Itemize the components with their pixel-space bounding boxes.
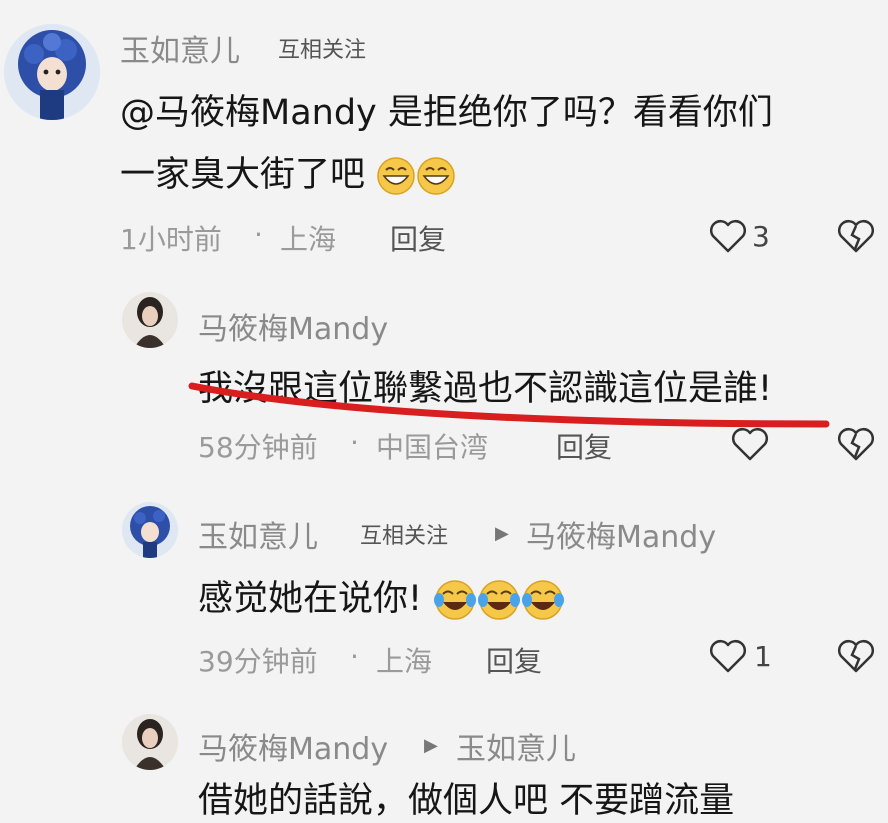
meta-separator: · — [350, 426, 359, 459]
reply-location: 中国台湾 — [376, 431, 489, 464]
author-name[interactable]: 玉如意儿 — [198, 512, 318, 556]
reply-time: 58分钟前 — [198, 431, 318, 464]
reply-location: 上海 — [376, 645, 433, 678]
dislike-broken-heart-icon[interactable] — [836, 218, 876, 254]
heart-icon[interactable] — [708, 638, 748, 674]
reply-text-line: 感觉她在说你! — [198, 570, 565, 622]
like-count: 1 — [754, 640, 772, 673]
reply-button[interactable]: 回复 — [556, 426, 612, 466]
laugh-cry-emoji-icon — [522, 580, 565, 620]
reply-to-arrow-icon: ▶ — [495, 523, 509, 544]
avatar-image — [134, 719, 166, 770]
dislike-broken-heart-icon[interactable] — [836, 638, 876, 674]
mutual-follow-badge: 互相关注 — [360, 524, 449, 549]
avatar[interactable] — [4, 24, 100, 120]
avatar[interactable] — [122, 502, 178, 558]
reply-time: 39分钟前 — [198, 645, 318, 678]
heart-icon[interactable] — [730, 426, 770, 462]
heart-icon[interactable] — [708, 218, 748, 254]
mutual-follow-badge: 互相关注 — [278, 38, 367, 63]
reply-text: 借她的話說，做個人吧 不要蹭流量 — [198, 781, 735, 821]
author-name[interactable]: 马筱梅Mandy — [198, 724, 388, 768]
reply-button[interactable]: 回复 — [390, 218, 446, 258]
reply-to-arrow-icon: ▶ — [424, 735, 438, 756]
comment-text: 一家臭大街了吧 — [120, 155, 366, 195]
like-count: 3 — [752, 220, 770, 253]
reply-to-name[interactable]: 马筱梅Mandy — [526, 512, 716, 556]
reply-text: 感觉她在说你! — [198, 579, 423, 619]
comment-text-line-1: @马筱梅Mandy 是拒绝你了吗？看看你们 — [120, 93, 773, 133]
red-underline-annotation — [188, 382, 830, 428]
comment-time: 1小时前 — [120, 223, 222, 256]
reply-to-name[interactable]: 玉如意儿 — [456, 724, 576, 768]
laugh-cry-emoji-icon — [434, 580, 477, 620]
grin-emoji-icon — [417, 157, 455, 195]
meta-separator: · — [254, 218, 263, 251]
grin-emoji-icon — [377, 157, 415, 195]
comment-text-line-2: 一家臭大街了吧 — [120, 146, 456, 197]
laugh-cry-emoji-icon — [478, 580, 521, 620]
avatar-image — [130, 506, 170, 558]
comment-location: 上海 — [280, 223, 337, 256]
meta-separator: · — [350, 640, 359, 673]
avatar-image — [18, 30, 86, 120]
avatar[interactable] — [122, 292, 178, 348]
author-name[interactable]: 玉如意儿 — [120, 26, 240, 70]
avatar[interactable] — [122, 714, 178, 770]
reply-button[interactable]: 回复 — [486, 640, 542, 680]
author-name[interactable]: 马筱梅Mandy — [198, 304, 388, 348]
dislike-broken-heart-icon[interactable] — [836, 426, 876, 462]
avatar-image — [134, 297, 166, 348]
